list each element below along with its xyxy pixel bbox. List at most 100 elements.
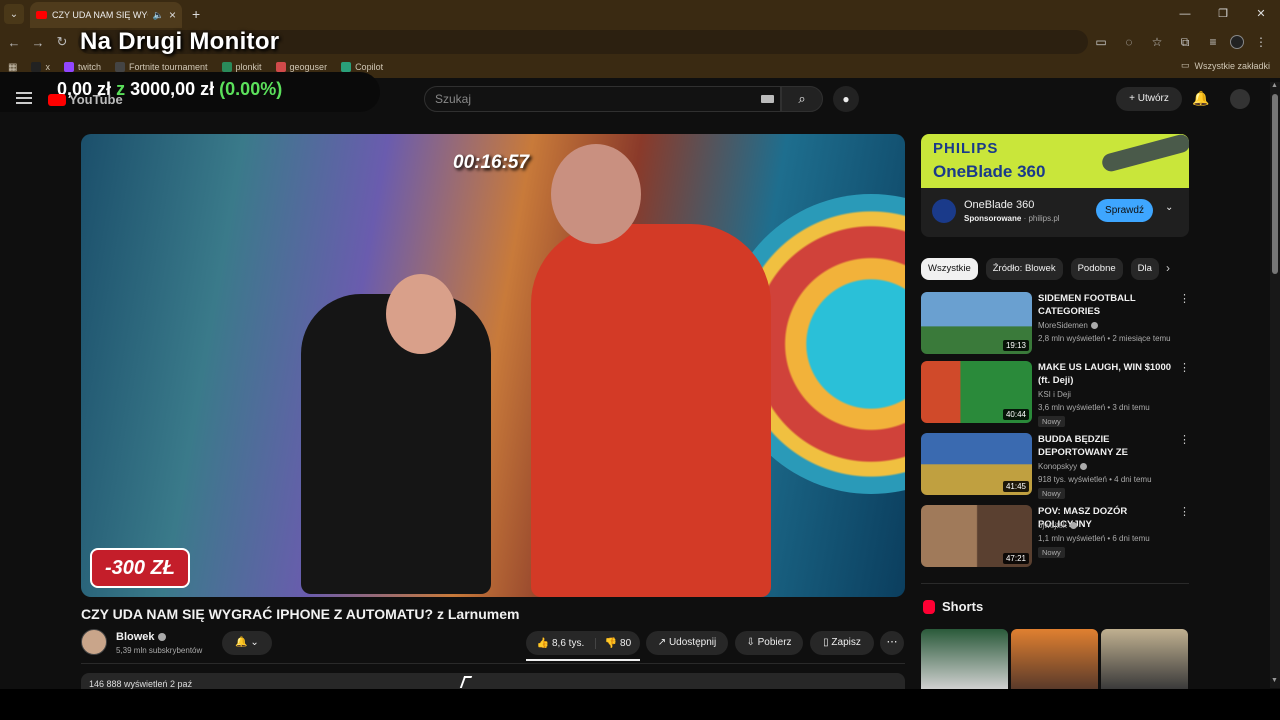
dislike-button[interactable]: 👎 80 [596,638,640,649]
search-button[interactable]: ⌕ [781,86,823,112]
bell-icon: 🔔 [235,637,248,648]
bookmark-item[interactable]: plonkit [221,62,262,72]
forward-icon[interactable]: → [26,35,50,50]
recommendation-item[interactable]: 47:21 POV: MASZ DOZÓR POLICYJNY ojwojtek… [921,505,1190,569]
recommendation-title[interactable]: BUDDA BĘDZIE DEPORTOWANY ZE STANÓW? (ELO… [1038,433,1174,460]
short-thumbnail[interactable] [1101,629,1188,689]
profile-avatar[interactable] [1230,35,1244,49]
recommendation-channel[interactable]: Konopskyy [1038,462,1088,471]
video-timer-overlay: 00:16:57 [453,152,530,173]
kebab-menu-icon[interactable]: ⋮ [1179,361,1190,374]
video-thumbnail[interactable]: 19:13 [921,292,1032,354]
chip-similar[interactable]: Podobne [1070,258,1123,280]
audio-icon[interactable]: 🔈 [153,10,164,21]
hamburger-menu-icon[interactable] [16,92,32,104]
video-thumbnail[interactable]: 41:45 [921,433,1032,495]
browser-tab[interactable]: CZY UDA NAM SIĘ WYGRAĆ 🔈 × [30,2,182,28]
keyboard-icon[interactable] [761,95,774,103]
maximize-button[interactable]: ❐ [1204,0,1242,28]
description-box[interactable]: 146 888 wyświetleń 2 paź [81,673,905,689]
video-thumbnail[interactable]: 47:21 [921,505,1032,567]
video-duration: 19:13 [1002,340,1029,351]
more-actions-button[interactable]: ⋯ [880,631,904,655]
window-controls: — ❐ ✕ [1166,0,1280,28]
extensions-icon[interactable]: ⧉ [1174,35,1196,50]
close-tab-icon[interactable]: × [169,8,176,22]
chip-source[interactable]: Źródło: Blowek [985,258,1063,280]
bookmark-item[interactable]: Fortnite tournament [114,62,208,72]
youtube-logo[interactable]: YouTube [48,92,123,107]
eye-off-icon[interactable]: ◌ [1118,35,1140,49]
apps-grid-icon[interactable]: ▦ [8,62,17,73]
razor-image [1100,134,1189,174]
ad-cta-button[interactable]: Sprawdź [1096,199,1153,222]
chevron-right-icon[interactable]: › [1166,261,1170,275]
verified-check-icon [1080,463,1088,471]
tab-search-button[interactable]: ⌄ [4,4,24,24]
video-thumbnail[interactable]: 40:44 [921,361,1032,423]
scroll-down-arrow-icon[interactable]: ▼ [1271,677,1278,684]
kebab-menu-icon[interactable]: ⋮ [1250,35,1272,49]
new-tab-button[interactable]: + [192,6,200,22]
page-scrollbar-thumb[interactable] [1272,94,1278,274]
recommendation-item[interactable]: 40:44 MAKE US LAUGH, WIN $1000 (ft. Deji… [921,361,1190,427]
subscription-bell-button[interactable]: 🔔 ⌄ [222,631,272,655]
kebab-menu-icon[interactable]: ⋮ [1179,433,1190,446]
kebab-menu-icon[interactable]: ⋮ [1179,505,1190,518]
like-underline [526,659,640,661]
new-badge: Nowy [1038,547,1065,558]
verified-check-icon [1069,522,1077,530]
new-badge: Nowy [1038,488,1065,499]
youtube-play-icon [48,93,66,106]
cast-icon[interactable]: ▭ [1090,35,1112,49]
download-button[interactable]: ⇩ Pobierz [735,631,803,655]
shorts-icon [923,600,935,614]
like-button[interactable]: 👍 8,6 tys. [526,637,596,649]
media-icon[interactable]: ≡ [1202,35,1224,49]
star-icon[interactable]: ☆ [1146,35,1168,49]
share-button[interactable]: ↗ Udostępnij [646,631,728,655]
recommendation-title[interactable]: SIDEMEN FOOTBALL CATEGORIES [1038,292,1174,318]
short-thumbnail[interactable] [921,629,1008,689]
account-avatar[interactable] [1230,89,1250,109]
bookmark-item[interactable]: Copilot [341,62,383,72]
sponsored-ad[interactable]: PHILIPS OneBlade 360 OneBlade 360 Sponso… [921,134,1189,237]
recommendation-channel[interactable]: MoreSidemen [1038,321,1098,330]
chip-for-you[interactable]: Dla [1130,258,1159,280]
reload-icon[interactable]: ↻ [50,34,74,50]
ad-banner[interactable]: PHILIPS OneBlade 360 [921,134,1189,188]
kebab-menu-icon[interactable]: ⋮ [1179,292,1190,305]
recommendation-channel[interactable]: ojwojtek [1038,521,1077,530]
youtube-favicon-icon [36,11,47,19]
back-icon[interactable]: ← [2,35,26,50]
close-window-button[interactable]: ✕ [1242,0,1280,28]
minimize-button[interactable]: — [1166,0,1204,28]
create-button[interactable]: + Utwórz [1116,87,1182,111]
channel-avatar[interactable] [81,629,107,655]
bookmark-item[interactable]: twitch [63,62,101,72]
ad-brand: PHILIPS [933,140,999,157]
search-input[interactable]: Szukaj [424,86,781,112]
twitch-icon [63,62,74,72]
chip-all[interactable]: Wszystkie [921,258,978,280]
scroll-up-arrow-icon[interactable]: ▲ [1271,82,1278,89]
channel-name[interactable]: Blowek [116,631,166,643]
bookmark-item[interactable]: geoguser [275,62,327,72]
money-percent: (0.00%) [219,79,283,99]
folder-icon: ▭ [1180,60,1190,70]
chevron-down-icon[interactable]: ⌄ [1165,202,1173,213]
plonkit-icon [221,62,232,72]
voice-search-button[interactable]: ● [833,86,859,112]
recommendation-channel[interactable]: KSI i Deji [1038,390,1071,399]
short-thumbnail[interactable] [1011,629,1098,689]
recommendation-item[interactable]: 19:13 SIDEMEN FOOTBALL CATEGORIES MoreSi… [921,292,1190,356]
save-button[interactable]: ▯ Zapisz [810,631,874,655]
recommendation-meta: 1,1 mln wyświetleń • 6 dni temu [1038,534,1150,543]
recommendation-item[interactable]: 41:45 BUDDA BĘDZIE DEPORTOWANY ZE STANÓW… [921,433,1190,499]
microphone-icon: ● [842,92,850,106]
bookmark-item[interactable]: x [31,62,50,72]
notifications-bell-icon[interactable]: 🔔 [1192,90,1209,107]
recommendation-title[interactable]: MAKE US LAUGH, WIN $1000 (ft. Deji) [1038,361,1174,387]
video-player[interactable]: 00:16:57 -300 ZŁ [81,134,905,597]
all-bookmarks[interactable]: ▭ Wszystkie zakładki [1181,60,1270,71]
